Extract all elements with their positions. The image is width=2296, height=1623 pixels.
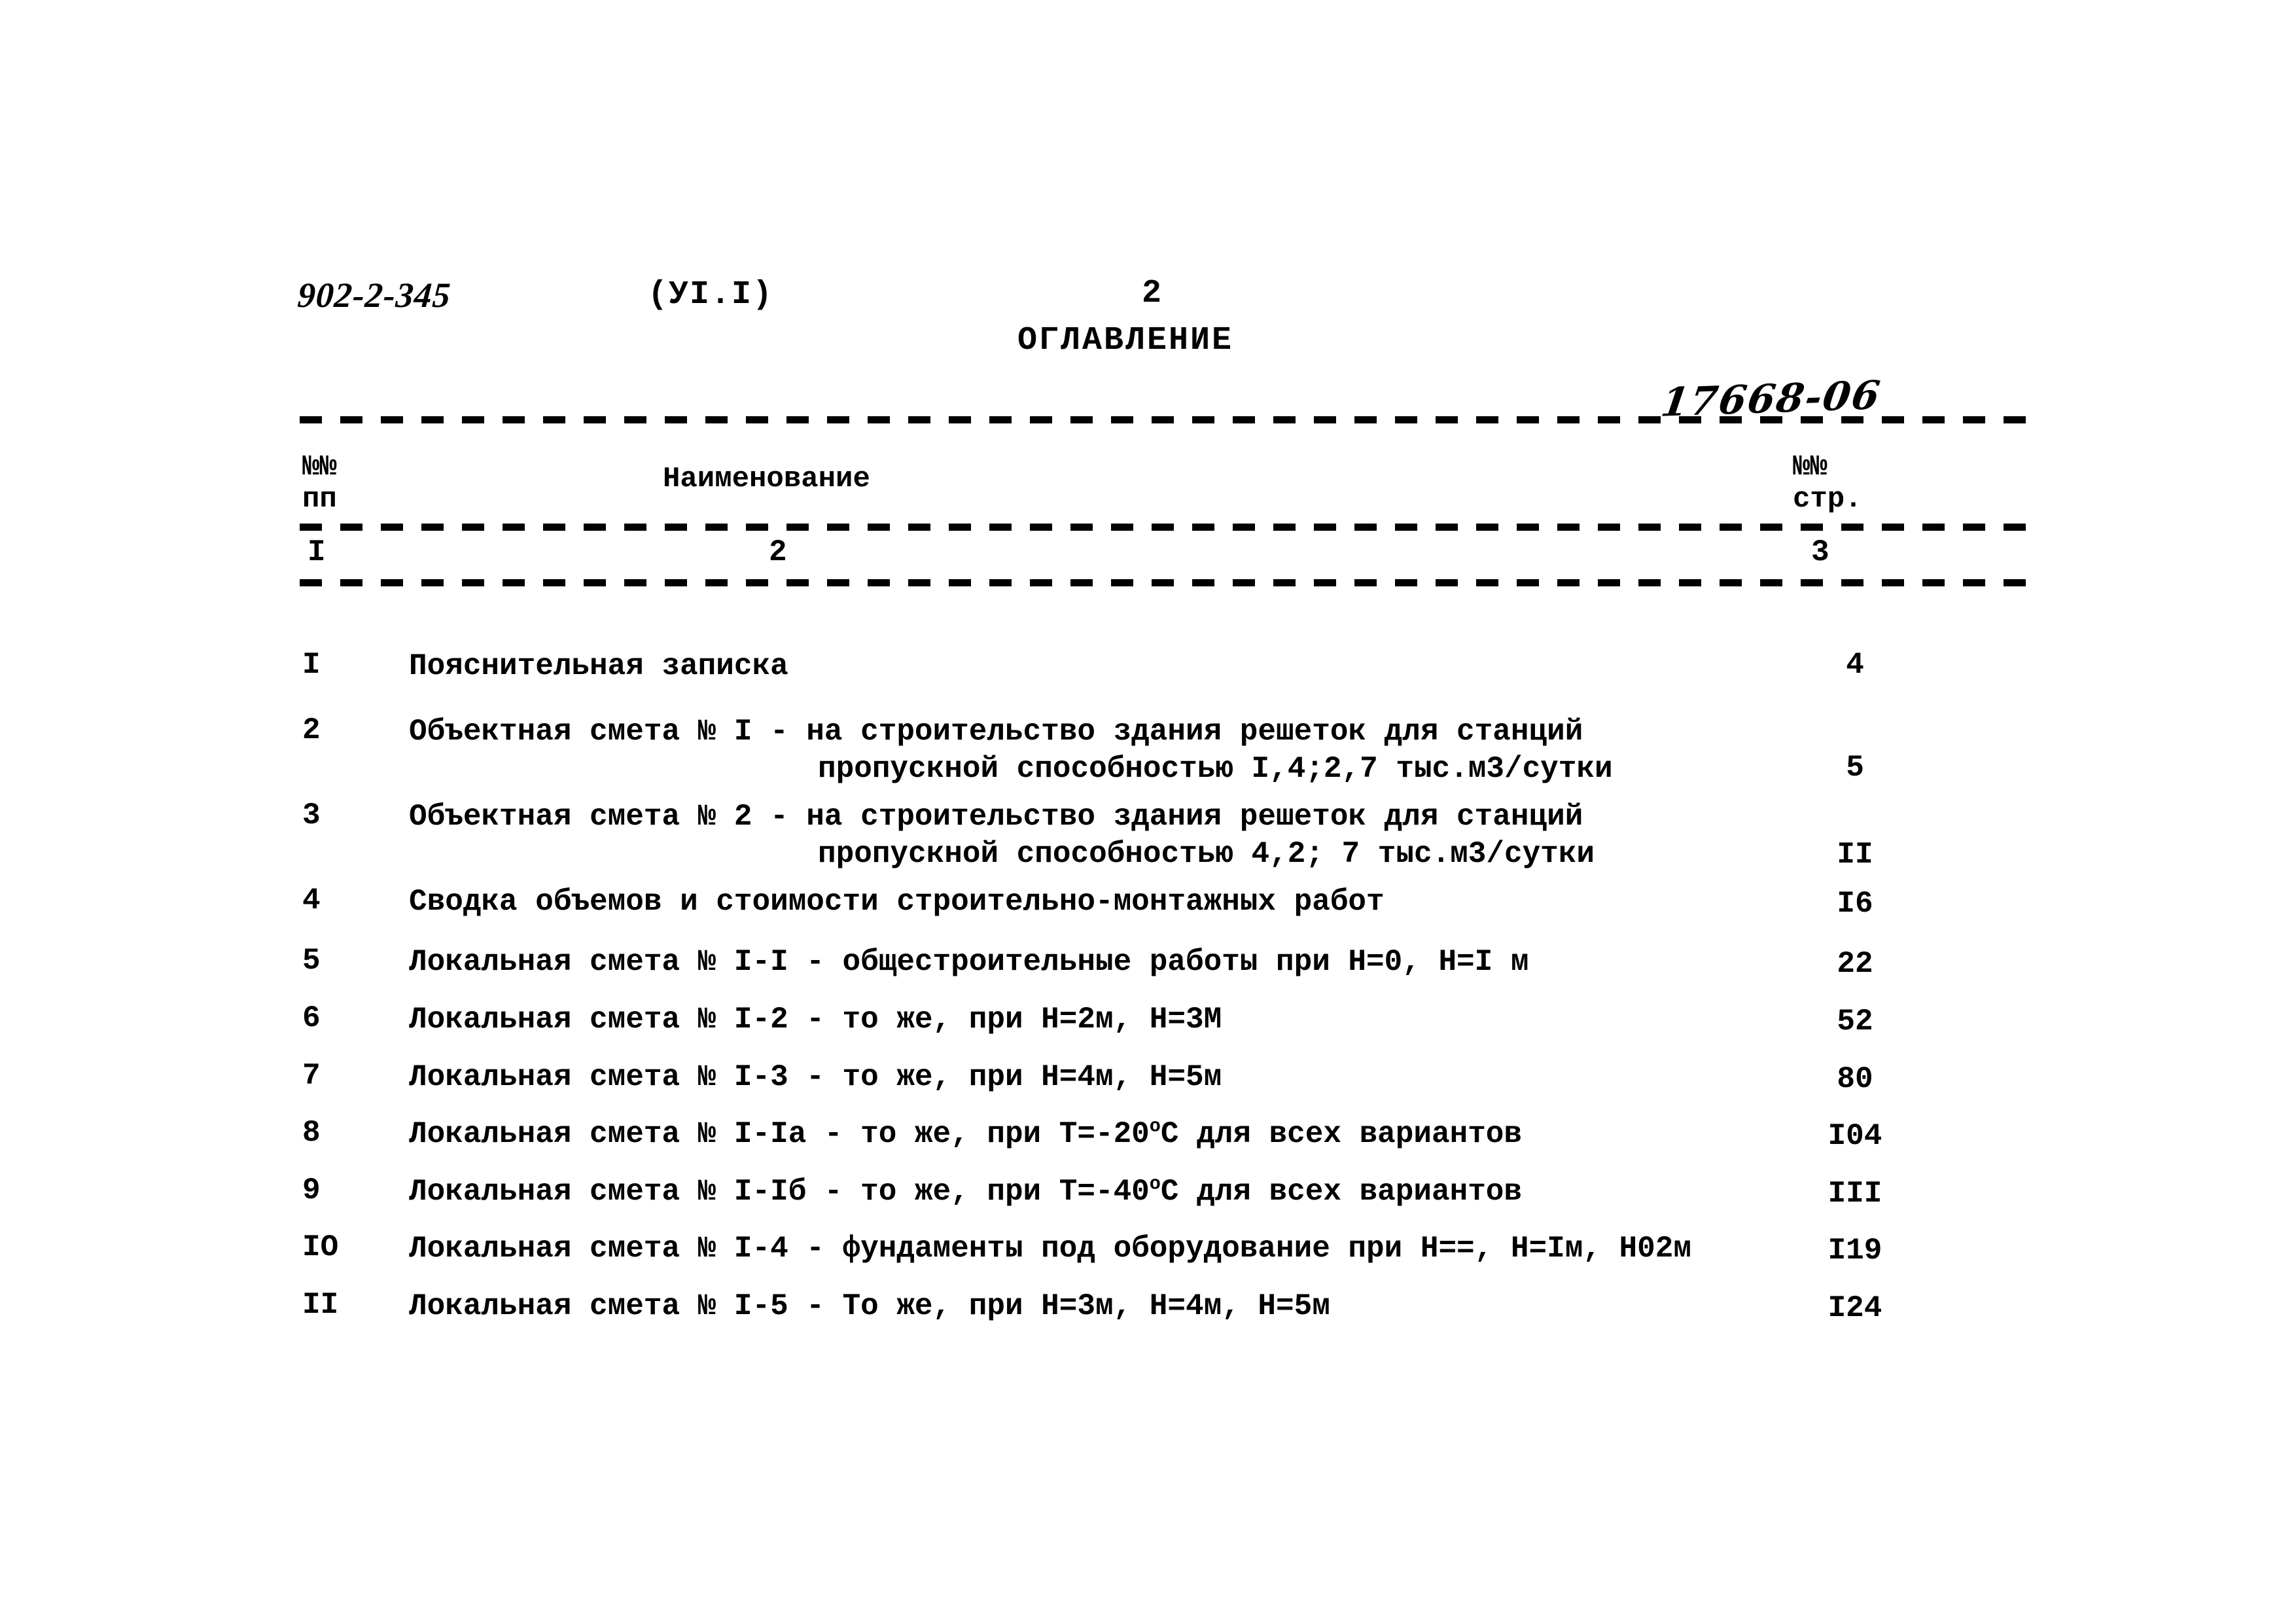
row-title: Объектная смета № 2 - на строительство з… [409,800,1595,872]
row-number: 8 [302,1116,321,1150]
row-page-number: I6 [1837,887,1873,921]
row-title: Пояснительная записка [409,649,788,683]
row-number: 9 [302,1173,321,1207]
row-number: IO [302,1230,339,1264]
row-title: Локальная смета № I-I - общестроительные… [409,945,1529,979]
row-number: 4 [302,883,321,918]
row-page-number: 80 [1837,1062,1873,1096]
column-header-page: №№ стр. [1793,451,1862,516]
document-code: 902-2-345 [296,276,453,315]
row-title: Локальная смета № I-Iб - то же, при Т=-4… [409,1173,1523,1209]
row-number: 6 [302,1001,321,1035]
row-page-number: 22 [1837,947,1873,981]
row-title: Локальная смета № I-4 - фундаменты под о… [409,1232,1691,1266]
page-number: 2 [1142,275,1162,312]
page-header: 902-2-345 (УI.I) 2 ОГЛАВЛЕНИЕ [0,275,2296,359]
row-page-number: III [1828,1177,1882,1211]
row-page-number: 5 [1846,751,1864,785]
row-number: 7 [302,1059,321,1093]
row-number: II [302,1288,339,1322]
table-index-divider [300,579,2037,586]
column-index-2: 2 [769,535,787,569]
column-header-name: Наименование [663,463,870,495]
row-number: 2 [302,713,321,747]
document-page: 902-2-345 (УI.I) 2 ОГЛАВЛЕНИЕ 17668-06 №… [0,0,2296,1623]
row-number: I [302,648,321,682]
document-section-label: (УI.I) [648,276,774,313]
row-page-number: I19 [1828,1234,1882,1268]
row-page-number: 4 [1846,648,1864,682]
row-title: Локальная смета № I-5 - То же, при Н=3м,… [409,1289,1330,1323]
column-index-1: I [308,535,326,569]
row-title: Локальная смета № I-3 - то же, при Н=4м,… [409,1060,1222,1094]
row-title: Сводка объемов и стоимости строительно-м… [409,885,1385,919]
row-title: Объектная смета № I - на строительство з… [409,715,1613,787]
row-page-number: 52 [1837,1005,1873,1039]
row-page-number: II [1837,838,1873,872]
table-header-divider [300,524,2037,531]
row-title: Локальная смета № I-2 - то же, при Н=2м,… [409,1003,1222,1037]
row-number: 3 [302,798,321,832]
column-header-number: №№ пп [302,451,337,516]
row-number: 5 [302,944,321,978]
page-title: ОГЛАВЛЕНИЕ [1017,322,1234,359]
row-page-number: I04 [1828,1119,1882,1153]
row-page-number: I24 [1828,1291,1882,1325]
column-index-3: 3 [1811,535,1829,569]
row-title: Локальная смета № I-Iа - то же, при Т=-2… [409,1115,1523,1151]
table-top-divider [300,416,2037,423]
